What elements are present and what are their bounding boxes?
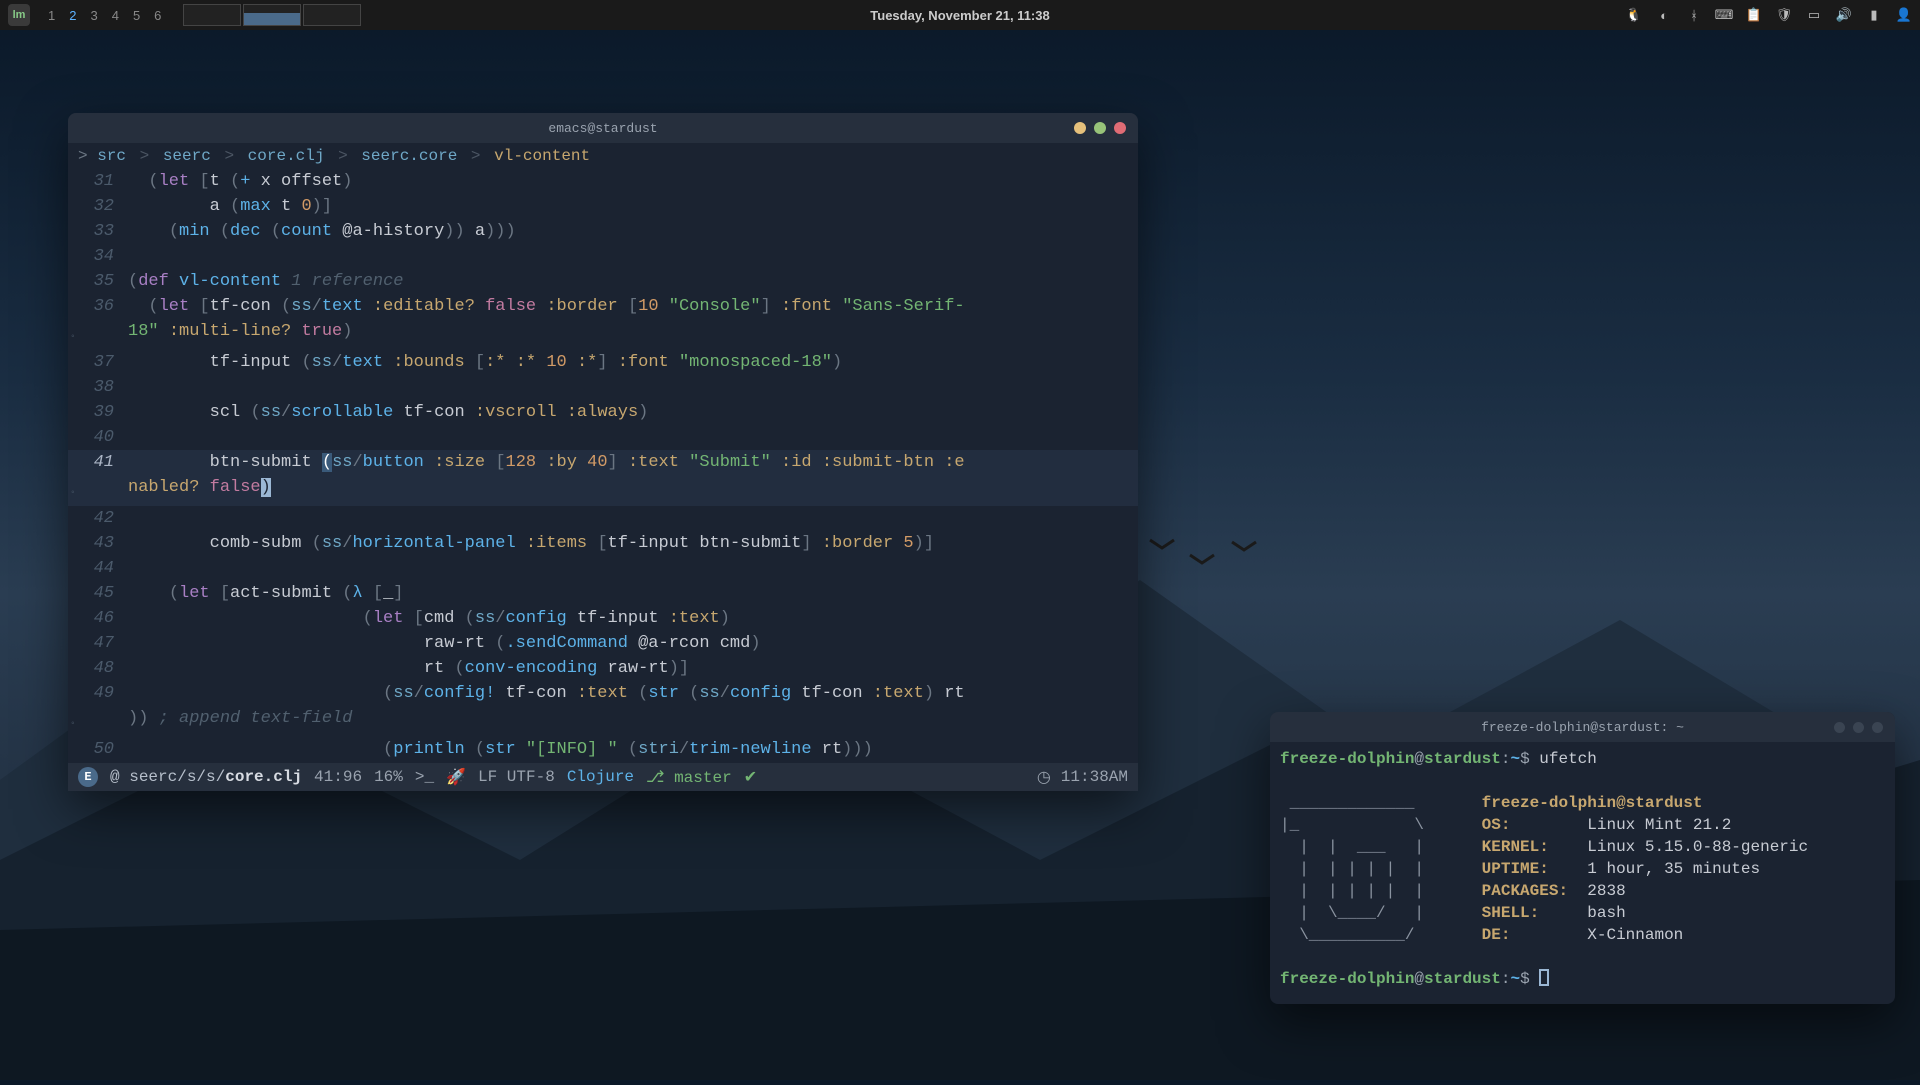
app-indicator-icon[interactable]: 🐧 bbox=[1626, 7, 1642, 23]
system-graphs[interactable] bbox=[183, 4, 361, 26]
term-minimize-icon[interactable] bbox=[1834, 722, 1845, 733]
modeline-branch[interactable]: ⎇ master bbox=[646, 767, 732, 787]
modeline-enc: LF UTF-8 bbox=[478, 768, 555, 786]
maximize-icon[interactable] bbox=[1094, 122, 1106, 134]
workspace-3[interactable]: 3 bbox=[90, 8, 97, 23]
minimize-icon[interactable] bbox=[1074, 122, 1086, 134]
cursor-icon bbox=[1539, 969, 1549, 986]
editor-title: emacs@stardust bbox=[548, 121, 657, 136]
workspace-5[interactable]: 5 bbox=[133, 8, 140, 23]
terminal-icon[interactable]: >_ bbox=[415, 768, 434, 786]
term-maximize-icon[interactable] bbox=[1853, 722, 1864, 733]
clipboard-icon[interactable]: 📋 bbox=[1746, 7, 1762, 23]
modeline-time: 11:38AM bbox=[1061, 768, 1128, 786]
terminal-title: freeze-dolphin@stardust: ~ bbox=[1481, 720, 1684, 735]
modeline-pos: 41:96 bbox=[314, 768, 362, 786]
breadcrumb[interactable]: > src > seerc > core.clj > seerc.core > … bbox=[68, 143, 1138, 169]
check-icon: ✔ bbox=[744, 767, 757, 787]
bluetooth-icon[interactable]: ᚼ bbox=[1686, 7, 1702, 23]
term-close-icon[interactable] bbox=[1872, 722, 1883, 733]
top-panel: lm 1 2 3 4 5 6 Tuesday, November 21, 11:… bbox=[0, 0, 1920, 30]
workspace-1[interactable]: 1 bbox=[48, 8, 55, 23]
modeline-pct: 16% bbox=[374, 768, 403, 786]
emacs-window: emacs@stardust > src > seerc > core.clj … bbox=[68, 113, 1138, 791]
clock[interactable]: Tuesday, November 21, 11:38 bbox=[870, 8, 1049, 23]
display-icon[interactable]: ▭ bbox=[1806, 7, 1822, 23]
workspace-4[interactable]: 4 bbox=[112, 8, 119, 23]
keyboard-icon[interactable]: ⌨ bbox=[1716, 7, 1732, 23]
modeline: E @ seerc/s/s/core.clj 41:96 16% >_ 🚀 LF… bbox=[68, 762, 1138, 791]
modeline-lang: Clojure bbox=[567, 768, 634, 786]
clock-icon: ◷ bbox=[1037, 767, 1051, 787]
battery-icon[interactable]: ▮ bbox=[1866, 7, 1882, 23]
steam-icon[interactable]: ◐ bbox=[1656, 7, 1672, 23]
terminal-body[interactable]: freeze-dolphin@stardust:~$ ufetch ______… bbox=[1270, 742, 1895, 1004]
rocket-icon[interactable]: 🚀 bbox=[446, 767, 466, 787]
close-icon[interactable] bbox=[1114, 122, 1126, 134]
shield-icon[interactable]: 🛡 bbox=[1776, 7, 1792, 23]
modeline-path[interactable]: @ seerc/s/s/core.clj bbox=[110, 768, 302, 786]
workspace-2[interactable]: 2 bbox=[69, 8, 76, 23]
editor-titlebar[interactable]: emacs@stardust bbox=[68, 113, 1138, 143]
workspace-6[interactable]: 6 bbox=[154, 8, 161, 23]
start-menu-icon[interactable]: lm bbox=[8, 4, 30, 26]
editor-badge: E bbox=[78, 767, 98, 787]
volume-icon[interactable]: 🔊 bbox=[1836, 7, 1852, 23]
code-area[interactable]: 31 (let [t (+ x offset) 32 a (max t 0)] … bbox=[68, 169, 1138, 762]
terminal-window: freeze-dolphin@stardust: ~ freeze-dolphi… bbox=[1270, 712, 1895, 1004]
system-tray: 🐧 ◐ ᚼ ⌨ 📋 🛡 ▭ 🔊 ▮ 👤 bbox=[1626, 7, 1912, 23]
terminal-titlebar[interactable]: freeze-dolphin@stardust: ~ bbox=[1270, 712, 1895, 742]
workspace-switcher: 1 2 3 4 5 6 bbox=[48, 8, 161, 23]
user-icon[interactable]: 👤 bbox=[1896, 7, 1912, 23]
